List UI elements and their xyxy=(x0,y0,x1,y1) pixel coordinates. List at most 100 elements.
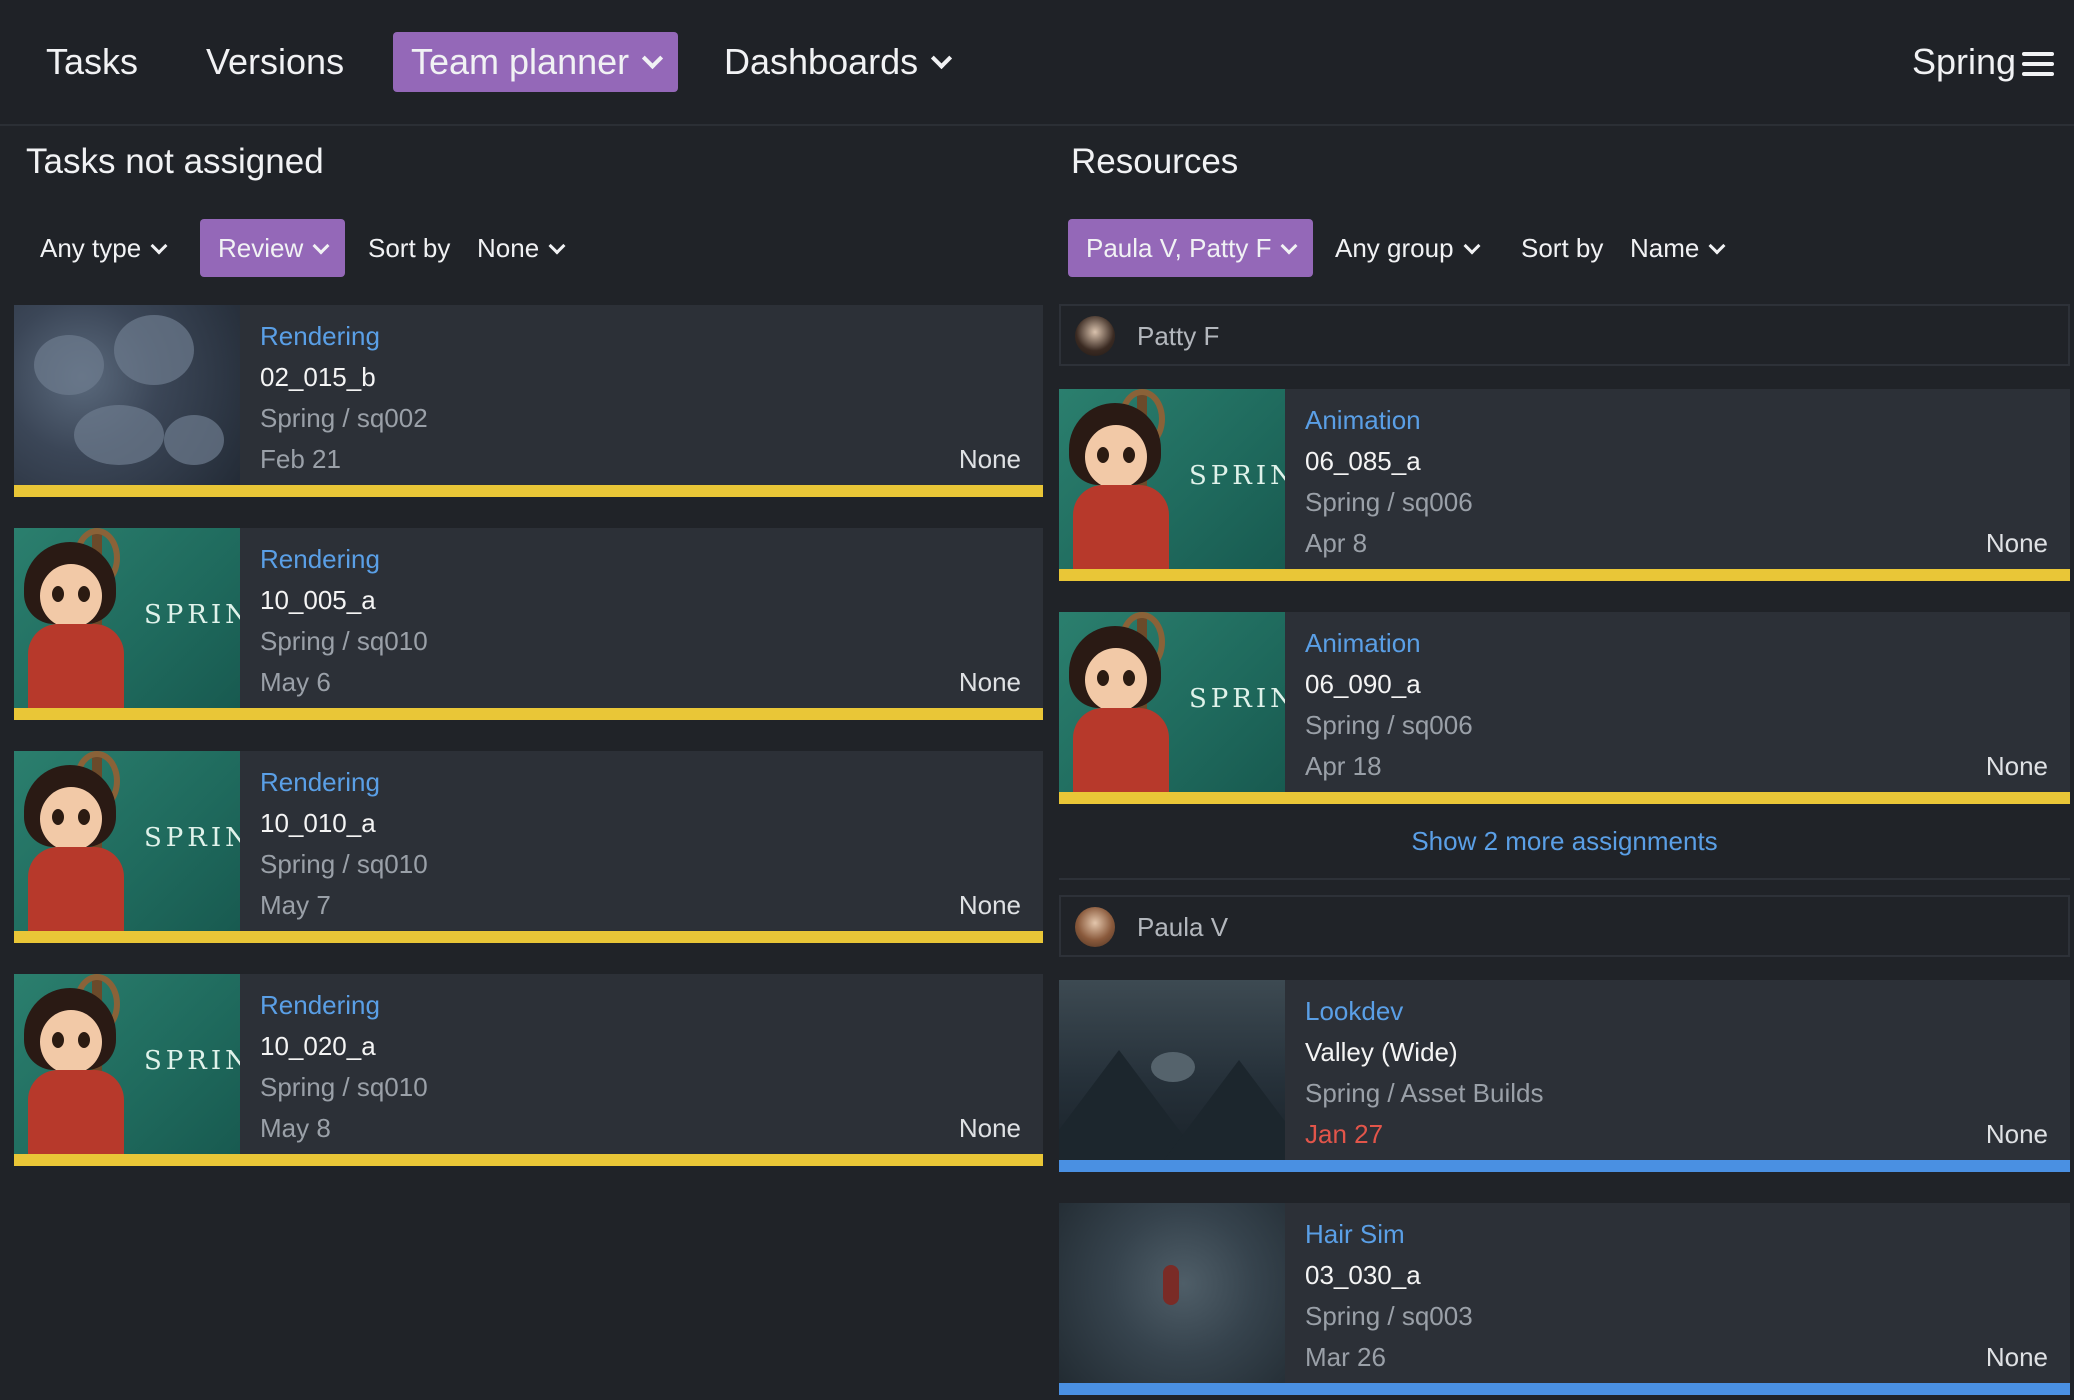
type-filter-label: Any type xyxy=(40,233,142,263)
person-name: Paula V xyxy=(1137,912,1229,942)
assigned-task-card[interactable]: SPRING Animation 06_085_a Spring / sq006… xyxy=(1059,389,2070,581)
task-estimate: None xyxy=(958,890,1021,920)
chevron-down-icon xyxy=(312,237,330,255)
task-name: 10_005_a xyxy=(260,585,376,615)
sort-by-label: Sort by xyxy=(1521,233,1604,263)
assigned-task-card[interactable]: SPRING Animation 06_090_a Spring / sq006… xyxy=(1059,612,2070,804)
task-type-link[interactable]: Lookdev xyxy=(1305,996,1403,1027)
status-filter-label: Review xyxy=(218,233,304,263)
nav-dashboards[interactable]: Dashboards xyxy=(706,32,967,92)
task-thumbnail xyxy=(14,305,240,485)
people-filter-dropdown[interactable]: Paula V, Patty F xyxy=(1068,219,1314,277)
task-name: 10_010_a xyxy=(260,808,376,838)
task-name: 06_085_a xyxy=(1305,446,1421,476)
resource-sort-value: Name xyxy=(1630,233,1700,263)
task-status-bar xyxy=(1059,1383,2070,1395)
task-status-bar xyxy=(1059,1160,2070,1172)
task-type-link[interactable]: Rendering xyxy=(260,544,380,575)
spring-logo: SPRING xyxy=(1189,684,1285,714)
spring-logo: SPRING xyxy=(144,823,240,853)
nav-dashboards-label: Dashboards xyxy=(724,41,919,82)
task-due-date: Apr 18 xyxy=(1305,751,1382,781)
task-status-bar xyxy=(14,485,1043,497)
resource-person-row[interactable]: Patty F xyxy=(1059,304,2070,366)
task-type-link[interactable]: Animation xyxy=(1305,628,1421,659)
task-card[interactable]: SPRING Rendering 10_020_a Spring / sq010… xyxy=(14,974,1043,1166)
status-filter-dropdown[interactable]: Review xyxy=(200,219,346,277)
task-card[interactable]: Rendering 02_015_b Spring / sq002 Feb 21… xyxy=(14,305,1043,497)
sort-by-label: Sort by xyxy=(368,233,451,263)
sort-dropdown[interactable]: None xyxy=(477,219,566,277)
task-card[interactable]: SPRING Rendering 10_010_a Spring / sq010… xyxy=(14,751,1043,943)
chevron-down-icon xyxy=(548,237,566,255)
project-name[interactable]: Spring xyxy=(1894,32,2034,92)
divider xyxy=(1059,878,2070,880)
spring-logo: SPRING xyxy=(144,1046,240,1076)
nav-versions[interactable]: Versions xyxy=(188,32,362,92)
task-type-link[interactable]: Rendering xyxy=(260,767,380,798)
task-estimate: None xyxy=(1985,1342,2048,1372)
chevron-down-icon xyxy=(642,47,664,70)
nav-tasks-label: Tasks xyxy=(46,41,139,82)
task-due-date: Apr 8 xyxy=(1305,528,1368,558)
task-type-link[interactable]: Hair Sim xyxy=(1305,1219,1405,1250)
task-path: Spring / sq010 xyxy=(260,1072,428,1102)
spring-logo: SPRING xyxy=(144,600,240,630)
task-thumbnail: SPRING xyxy=(14,751,240,931)
task-due-date: May 7 xyxy=(260,890,331,920)
task-name: 06_090_a xyxy=(1305,669,1421,699)
people-filter-label: Paula V, Patty F xyxy=(1086,233,1272,263)
task-type-link[interactable]: Rendering xyxy=(260,990,380,1021)
task-path: Spring / sq003 xyxy=(1305,1301,1473,1331)
group-filter-dropdown[interactable]: Any group xyxy=(1335,219,1481,277)
chevron-down-icon xyxy=(1708,237,1726,255)
task-path: Spring / sq006 xyxy=(1305,710,1473,740)
type-filter-dropdown[interactable]: Any type xyxy=(40,219,168,277)
task-thumbnail: SPRING xyxy=(1059,612,1285,792)
task-name: 03_030_a xyxy=(1305,1260,1421,1290)
task-status-bar xyxy=(14,1154,1043,1166)
task-path: Spring / sq010 xyxy=(260,849,428,879)
task-card[interactable]: SPRING Rendering 10_005_a Spring / sq010… xyxy=(14,528,1043,720)
resource-sort-dropdown[interactable]: Name xyxy=(1630,219,1726,277)
task-type-link[interactable]: Animation xyxy=(1305,405,1421,436)
task-status-bar xyxy=(14,931,1043,943)
project-name-label: Spring xyxy=(1912,41,2017,82)
task-thumbnail: SPRING xyxy=(14,974,240,1154)
resources-title: Resources xyxy=(1071,142,1239,181)
task-thumbnail xyxy=(1059,980,1285,1160)
nav-tasks[interactable]: Tasks xyxy=(28,32,156,92)
task-estimate: None xyxy=(1985,751,2048,781)
chevron-down-icon xyxy=(150,237,168,255)
task-name: 10_020_a xyxy=(260,1031,376,1061)
task-estimate: None xyxy=(1985,528,2048,558)
task-estimate: None xyxy=(958,667,1021,697)
chevron-down-icon xyxy=(1463,237,1481,255)
spring-logo: SPRING xyxy=(1189,461,1285,491)
nav-versions-label: Versions xyxy=(206,41,345,82)
task-path: Spring / sq006 xyxy=(1305,487,1473,517)
task-name: Valley (Wide) xyxy=(1305,1037,1458,1067)
nav-team-planner[interactable]: Team planner xyxy=(393,32,679,92)
task-path: Spring / Asset Builds xyxy=(1305,1078,1544,1108)
chevron-down-icon xyxy=(931,47,953,70)
resource-person-row[interactable]: Paula V xyxy=(1059,895,2070,957)
hamburger-menu-icon[interactable] xyxy=(2022,52,2054,76)
task-estimate: None xyxy=(958,444,1021,474)
task-due-date: May 8 xyxy=(260,1113,331,1143)
task-due-date: Feb 21 xyxy=(260,444,341,474)
task-status-bar xyxy=(14,708,1043,720)
assigned-task-card[interactable]: Lookdev Valley (Wide) Spring / Asset Bui… xyxy=(1059,980,2070,1172)
nav-team-planner-label: Team planner xyxy=(411,41,630,82)
group-filter-label: Any group xyxy=(1335,233,1454,263)
task-status-bar xyxy=(1059,792,2070,804)
show-more-assignments-link[interactable]: Show 2 more assignments xyxy=(1059,826,2070,857)
task-due-date-overdue: Jan 27 xyxy=(1305,1119,1384,1149)
task-path: Spring / sq002 xyxy=(260,403,428,433)
task-thumbnail xyxy=(1059,1203,1285,1383)
assigned-task-card[interactable]: Hair Sim 03_030_a Spring / sq003 Mar 26 … xyxy=(1059,1203,2070,1395)
top-navigation-bar: Tasks Versions Team planner Dashboards S… xyxy=(0,0,2074,126)
task-type-link[interactable]: Rendering xyxy=(260,321,380,352)
task-name: 02_015_b xyxy=(260,362,376,392)
task-path: Spring / sq010 xyxy=(260,626,428,656)
